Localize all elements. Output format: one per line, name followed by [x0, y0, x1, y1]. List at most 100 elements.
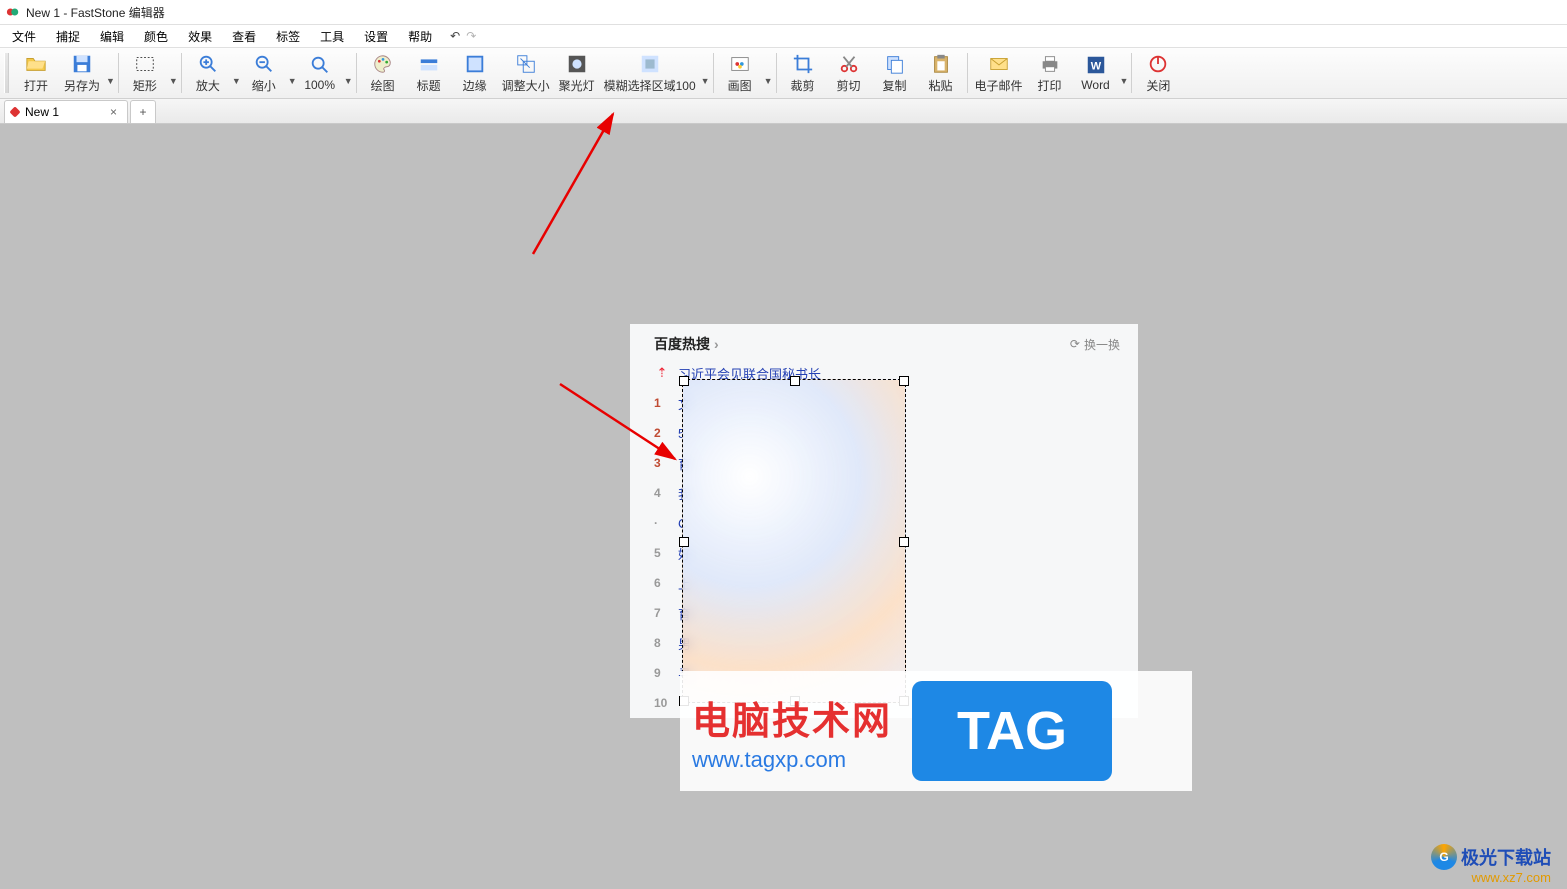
zoomin-dropdown-icon[interactable]: ▼	[232, 76, 241, 86]
marquee-icon	[134, 53, 156, 75]
menu-view[interactable]: 查看	[226, 26, 262, 47]
blur-label: 模糊选择区域100	[604, 77, 696, 94]
zoom100-dropdown-icon[interactable]: ▼	[344, 76, 353, 86]
crop-label: 裁剪	[790, 77, 814, 94]
resize-icon	[515, 53, 537, 75]
menu-effect[interactable]: 效果	[182, 26, 218, 47]
paint-label: 画图	[728, 77, 752, 94]
overlay-tag-badge: TAG	[912, 681, 1112, 781]
rect-dropdown-icon[interactable]: ▼	[169, 76, 178, 86]
resize-button[interactable]: 调整大小	[498, 50, 554, 96]
hot-rank: 7	[654, 606, 670, 620]
zoomout-button[interactable]: 缩小	[241, 50, 287, 96]
rect-label: 矩形	[133, 77, 157, 94]
hot-rank: 10	[654, 696, 670, 710]
print-button[interactable]: 打印	[1027, 50, 1073, 96]
resize-label: 调整大小	[502, 77, 550, 94]
blur-button[interactable]: 模糊选择区域100	[600, 50, 700, 96]
caption-label: 标题	[417, 77, 441, 94]
hot-rank: 4	[654, 486, 670, 500]
mspaint-icon	[729, 53, 751, 75]
clipboard-icon	[930, 53, 952, 75]
cut-label: 剪切	[836, 77, 860, 94]
copy-button[interactable]: 复制	[872, 50, 918, 96]
plus-icon: +	[139, 105, 146, 119]
edge-icon	[464, 53, 486, 75]
blur-icon	[639, 53, 661, 75]
hotsearch-title: 百度热搜 ›	[654, 334, 719, 354]
saveas-button[interactable]: 另存为	[59, 50, 105, 96]
refresh-label: 换一换	[1084, 336, 1120, 353]
menu-color[interactable]: 颜色	[138, 26, 174, 47]
paint-dropdown-icon[interactable]: ▼	[764, 76, 773, 86]
document-tab[interactable]: New 1 ×	[4, 100, 128, 123]
close-button[interactable]: 关闭	[1135, 50, 1181, 96]
printer-icon	[1039, 53, 1061, 75]
redo-icon[interactable]: ↷	[466, 29, 476, 43]
edge-button[interactable]: 边缘	[452, 50, 498, 96]
caption-button[interactable]: 标题	[406, 50, 452, 96]
undo-icon[interactable]: ↶	[450, 29, 460, 43]
folder-open-icon	[25, 53, 47, 75]
copy-icon	[884, 53, 906, 75]
tab-close-icon[interactable]: ×	[106, 105, 121, 119]
refresh-icon: ⟳	[1070, 337, 1080, 351]
draw-button[interactable]: 绘图	[360, 50, 406, 96]
paste-button[interactable]: 粘贴	[918, 50, 964, 96]
chevron-right-icon: ›	[714, 336, 719, 352]
menu-bar: 文件 捕捉 编辑 颜色 效果 查看 标签 工具 设置 帮助 ↶ ↷	[0, 25, 1567, 48]
tab-add-button[interactable]: +	[130, 100, 156, 123]
open-label: 打开	[24, 77, 48, 94]
open-button[interactable]: 打开	[13, 50, 59, 96]
word-label: Word	[1081, 78, 1109, 92]
menu-settings[interactable]: 设置	[358, 26, 394, 47]
palette-icon	[372, 53, 394, 75]
zoomin-button[interactable]: 放大	[185, 50, 231, 96]
menu-help[interactable]: 帮助	[402, 26, 438, 47]
rect-button[interactable]: 矩形	[122, 50, 168, 96]
resize-handle-ml[interactable]	[679, 537, 689, 547]
crop-button[interactable]: 裁剪	[780, 50, 826, 96]
toolbar: 打开 另存为 ▼ 矩形 ▼ 放大 ▼ 缩小 ▼ 100% ▼ 绘图 标题 边缘	[0, 48, 1567, 99]
draw-label: 绘图	[371, 77, 395, 94]
resize-handle-tm[interactable]	[790, 376, 800, 386]
hot-rank: 5	[654, 546, 670, 560]
spotlight-button[interactable]: 聚光灯	[554, 50, 600, 96]
canvas-area[interactable]: 百度热搜 › ⟳ 换一换 ⇡ 习近平会见联合国秘书长 1文253育4我·C5好6…	[0, 124, 1567, 889]
title-bar: New 1 - FastStone 编辑器	[0, 0, 1567, 25]
print-label: 打印	[1038, 77, 1062, 94]
edge-label: 边缘	[463, 77, 487, 94]
annotation-arrow-1	[528, 104, 648, 267]
resize-handle-mr[interactable]	[899, 537, 909, 547]
scissors-icon	[838, 53, 860, 75]
hot-rank: ·	[654, 516, 670, 530]
overlay-url: www.tagxp.com	[692, 747, 892, 773]
menu-tags[interactable]: 标签	[270, 26, 306, 47]
annotation-arrow-2	[555, 379, 695, 482]
hot-rank: 6	[654, 576, 670, 590]
menu-edit[interactable]: 编辑	[94, 26, 130, 47]
saveas-dropdown-icon[interactable]: ▼	[106, 76, 115, 86]
resize-handle-tr[interactable]	[899, 376, 909, 386]
tab-title: New 1	[25, 105, 59, 119]
refresh-button[interactable]: ⟳ 换一换	[1070, 336, 1120, 353]
zoom100-button[interactable]: 100%	[297, 50, 343, 96]
zoomout-dropdown-icon[interactable]: ▼	[288, 76, 297, 86]
blur-dropdown-icon[interactable]: ▼	[701, 76, 710, 86]
email-button[interactable]: 电子邮件	[971, 50, 1027, 96]
cut-button[interactable]: 剪切	[826, 50, 872, 96]
menu-tools[interactable]: 工具	[314, 26, 350, 47]
word-button[interactable]: W Word	[1073, 50, 1119, 96]
svg-text:W: W	[1090, 61, 1101, 73]
hot-rank: 8	[654, 636, 670, 650]
watermark-overlay: 电脑技术网 www.tagxp.com TAG	[680, 671, 1192, 791]
blur-selection[interactable]	[682, 379, 906, 703]
menu-file[interactable]: 文件	[6, 26, 42, 47]
close-label: 关闭	[1146, 77, 1170, 94]
word-dropdown-icon[interactable]: ▼	[1120, 76, 1129, 86]
paint-button[interactable]: 画图	[717, 50, 763, 96]
word-icon: W	[1085, 54, 1107, 76]
saveas-label: 另存为	[64, 77, 100, 94]
menu-capture[interactable]: 捕捉	[50, 26, 86, 47]
tab-bar: New 1 × +	[0, 99, 1567, 124]
